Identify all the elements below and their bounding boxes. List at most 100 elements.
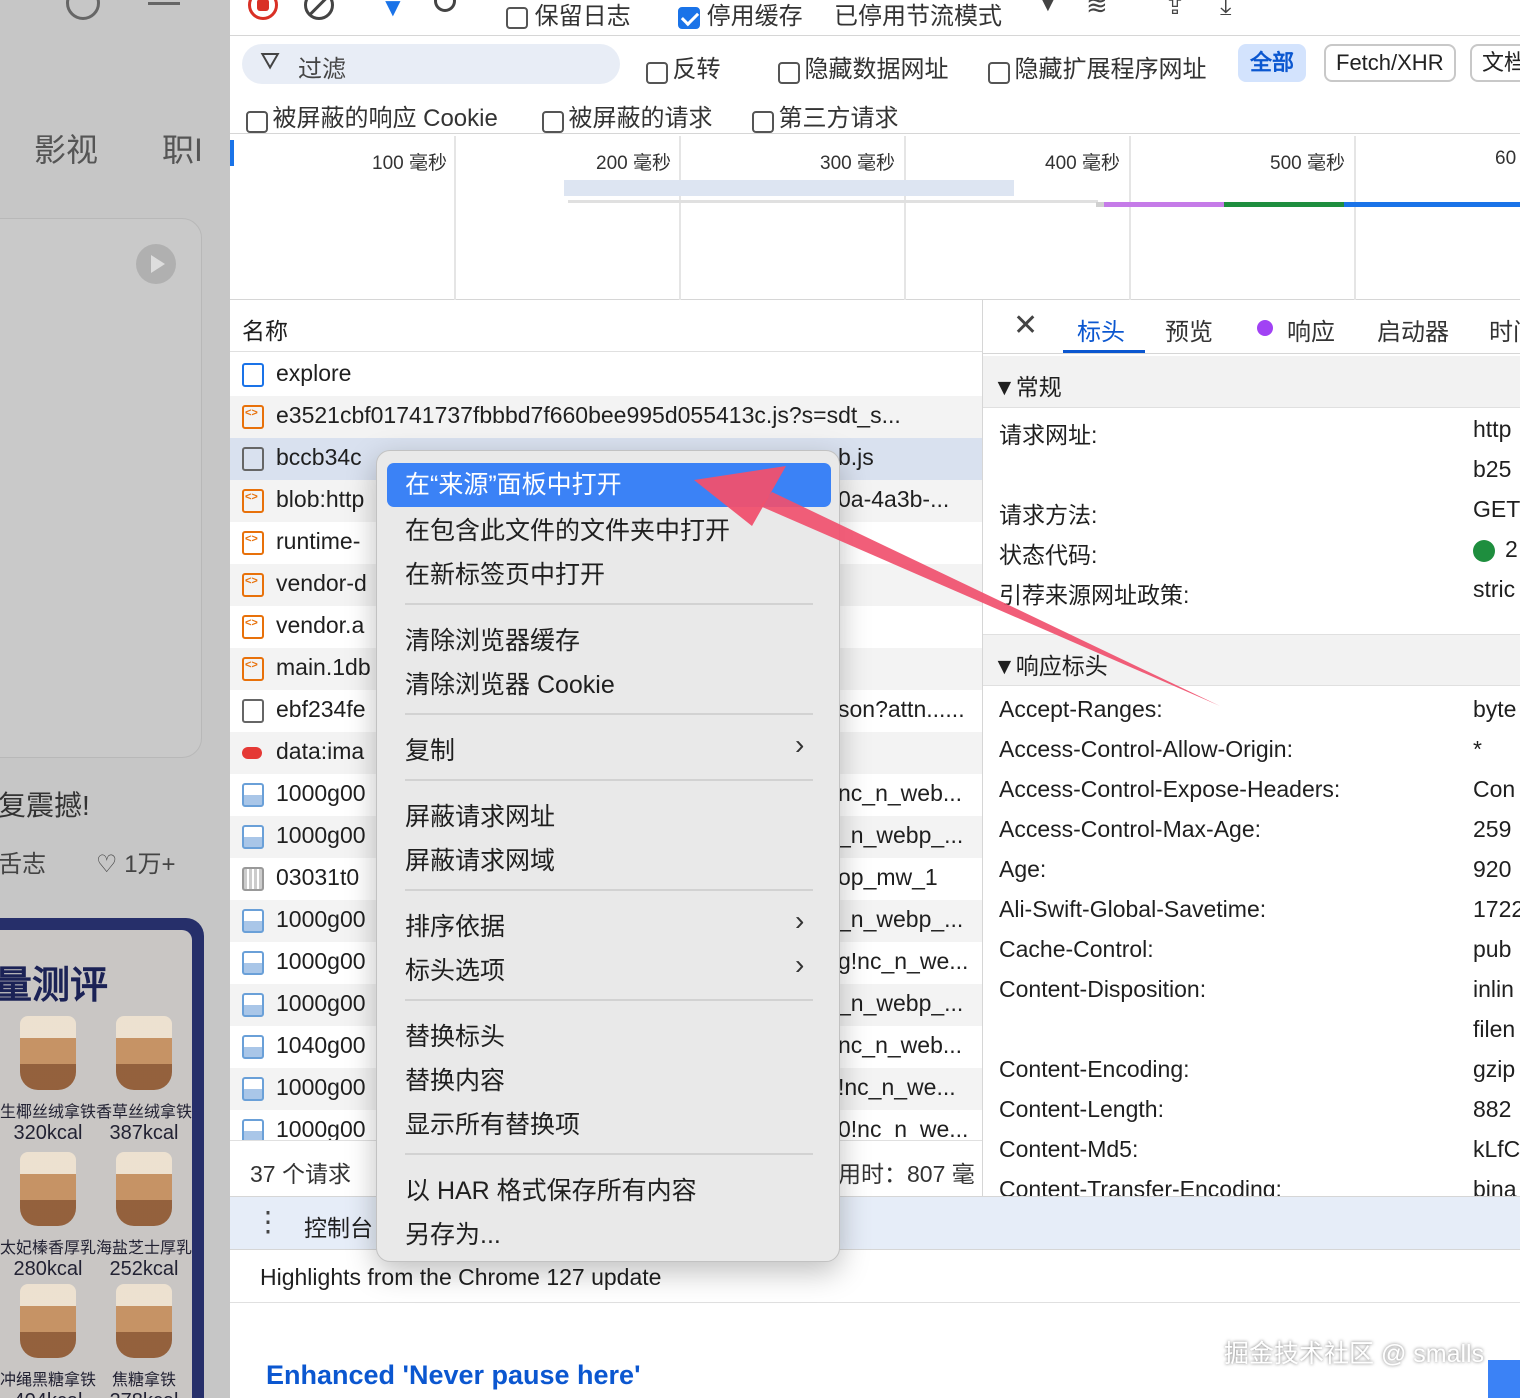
menu-header-options[interactable]: 标头选项	[405, 951, 505, 987]
checkbox-checked-icon[interactable]	[678, 6, 700, 29]
checkbox-icon[interactable]	[542, 110, 564, 133]
hide-data-urls-checkbox[interactable]: 隐藏数据网址	[778, 49, 948, 84]
header-value[interactable]: GET	[1473, 496, 1520, 523]
request-row[interactable]: e3521cbf01741737fbbbd7f660bee995d055413c…	[230, 396, 982, 438]
header-value[interactable]: filen	[1473, 1016, 1515, 1043]
tab-console[interactable]: 控制台	[304, 1209, 373, 1243]
timeline-gridline	[679, 136, 681, 300]
invert-checkbox[interactable]: 反转	[646, 49, 720, 84]
checkbox-icon[interactable]	[506, 6, 528, 29]
checkbox-icon[interactable]	[988, 61, 1010, 84]
column-header-name[interactable]: 名称	[230, 300, 982, 352]
throttle-select[interactable]: 已停用节流模式	[834, 0, 1002, 31]
poster-title: 量测评	[0, 965, 109, 1007]
tab-preview[interactable]: 预览	[1165, 312, 1213, 347]
third-party-checkbox[interactable]: 第三方请求	[752, 98, 898, 133]
header-value[interactable]: 920	[1473, 856, 1511, 883]
download-icon[interactable]: ⤓	[1220, 0, 1232, 22]
disable-cache-checkbox[interactable]: 停用缓存	[678, 0, 803, 31]
tab-timing[interactable]: 时间	[1489, 312, 1520, 347]
section-title: ▼响应标头	[993, 653, 1108, 679]
header-value[interactable]: gzip	[1473, 1056, 1515, 1083]
menu-icon[interactable]	[148, 2, 180, 5]
preserve-log-checkbox[interactable]: 保留日志	[506, 0, 631, 31]
header-key: 引荐来源网址政策:	[999, 582, 1190, 608]
card-caption: 复震撼!	[0, 790, 90, 821]
menu-save-as[interactable]: 另存为...	[405, 1215, 501, 1251]
record-icon[interactable]	[248, 0, 278, 20]
header-value[interactable]: inlin	[1473, 976, 1514, 1003]
menu-sort-by[interactable]: 排序依据	[405, 907, 505, 943]
whats-new-panel: Highlights from the Chrome 127 update En…	[230, 1252, 1520, 1398]
header-value[interactable]: 882	[1473, 1096, 1511, 1123]
request-row[interactable]: explore	[230, 354, 982, 396]
nav-tab-film[interactable]: 影视	[34, 125, 98, 171]
chevron-down-icon[interactable]: ▼	[1038, 0, 1058, 17]
checkbox-icon[interactable]	[778, 61, 800, 84]
menu-block-request-domain[interactable]: 屏蔽请求网域	[405, 841, 555, 877]
menu-copy[interactable]: 复制	[405, 731, 455, 767]
menu-open-in-new-tab[interactable]: 在新标签页中打开	[405, 555, 605, 591]
menu-save-all-as-har[interactable]: 以 HAR 格式保存所有内容	[405, 1171, 697, 1207]
tab-initiator[interactable]: 启动器	[1377, 312, 1449, 347]
request-name: vendor.a	[276, 612, 365, 638]
network-conditions-icon[interactable]: ≋	[1086, 0, 1108, 21]
filter-funnel-icon[interactable]: ▼	[380, 0, 406, 23]
checkbox-icon[interactable]	[246, 110, 268, 133]
upload-icon[interactable]: ⇪	[1164, 0, 1186, 21]
feature-link[interactable]: Enhanced 'Never pause here'	[266, 1360, 641, 1391]
header-value[interactable]: 259	[1473, 816, 1511, 843]
menu-clear-cache[interactable]: 清除浏览器缓存	[405, 621, 580, 657]
drink-name: 焦糖拿铁	[111, 1370, 176, 1389]
header-value[interactable]: 1722	[1473, 896, 1520, 923]
menu-show-all-overrides[interactable]: 显示所有替换项	[405, 1105, 580, 1141]
menu-override-content[interactable]: 替换内容	[405, 1061, 505, 1097]
header-value[interactable]: kLfC	[1473, 1136, 1520, 1163]
checkbox-icon[interactable]	[646, 61, 668, 84]
header-value[interactable]: Con	[1473, 776, 1515, 803]
menu-block-request-url[interactable]: 屏蔽请求网址	[405, 797, 555, 833]
filter-input[interactable]: ⛛ 过滤	[242, 44, 620, 84]
timeline-tick-label: 400 毫秒	[1045, 153, 1120, 174]
card-likes[interactable]: ♡ 1万+	[96, 844, 176, 879]
header-value[interactable]: stric	[1473, 576, 1515, 603]
preserve-log-label: 保留日志	[534, 3, 631, 30]
clear-icon[interactable]	[304, 0, 334, 20]
play-icon[interactable]	[136, 244, 176, 284]
nav-tab-career[interactable]: 职I	[162, 125, 203, 171]
menu-open-in-sources[interactable]: 在“来源”面板中打开	[387, 463, 831, 507]
type-filter-all[interactable]: 全部	[1238, 44, 1307, 82]
blocked-requests-checkbox[interactable]: 被屏蔽的请求	[542, 98, 712, 133]
blocked-cookies-checkbox[interactable]: 被屏蔽的响应 Cookie	[246, 98, 498, 133]
section-general-header[interactable]: ▼常规	[983, 356, 1520, 408]
timeline-handle[interactable]	[230, 140, 234, 166]
checkbox-icon[interactable]	[752, 110, 774, 133]
header-value[interactable]: 2	[1505, 536, 1518, 563]
close-icon[interactable]: ✕	[1013, 308, 1038, 343]
more-vertical-icon[interactable]: ⋮	[254, 1205, 282, 1238]
menu-clear-cookies[interactable]: 清除浏览器 Cookie	[405, 665, 615, 701]
video-card[interactable]	[0, 218, 202, 758]
header-value[interactable]: pub	[1473, 936, 1511, 963]
header-value[interactable]: b25	[1473, 456, 1511, 483]
menu-open-in-containing-folder[interactable]: 在包含此文件的文件夹中打开	[405, 511, 730, 547]
section-response-headers-header[interactable]: ▼响应标头	[983, 634, 1520, 686]
header-value[interactable]: *	[1473, 736, 1482, 763]
request-name-tail: !nc_n_we...	[838, 1074, 956, 1100]
header-value[interactable]: byte	[1473, 696, 1516, 723]
menu-separator	[405, 603, 813, 605]
type-filter-doc[interactable]: 文档	[1470, 44, 1520, 82]
timeline-overview[interactable]: 100 毫秒 200 毫秒 300 毫秒 400 毫秒 500 毫秒 60	[230, 136, 1520, 300]
search-icon[interactable]	[66, 0, 100, 20]
header-value[interactable]: http	[1473, 416, 1511, 443]
type-filter-fetch-xhr[interactable]: Fetch/XHR	[1324, 44, 1456, 82]
header-key: Accept-Ranges:	[999, 696, 1163, 722]
hide-extension-urls-checkbox[interactable]: 隐藏扩展程序网址	[988, 49, 1206, 84]
tab-headers[interactable]: 标头	[1077, 312, 1125, 347]
heart-icon[interactable]: ♡	[96, 851, 118, 878]
menu-override-headers[interactable]: 替换标头	[405, 1017, 505, 1053]
chevron-right-icon: ›	[795, 905, 805, 936]
search-icon[interactable]	[434, 0, 456, 12]
filter-bar: ⛛ 过滤 反转 隐藏数据网址 隐藏扩展程序网址 全部 Fetch/XHR 文档 …	[230, 36, 1520, 134]
tab-response[interactable]: 响应	[1287, 312, 1335, 347]
